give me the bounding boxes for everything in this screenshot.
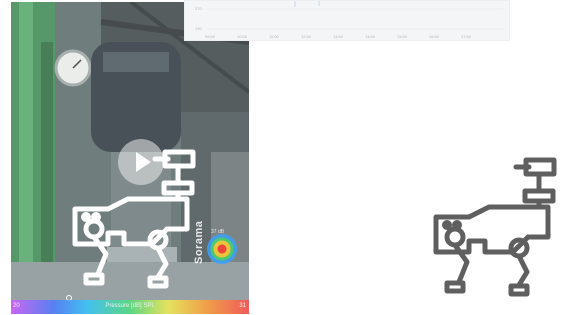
sound-hotspot-marker <box>207 234 237 264</box>
scale-max-label: 31 <box>239 303 246 309</box>
x-tick-label: 11:00 <box>269 34 279 39</box>
robot-dog-icon <box>72 149 196 289</box>
scale-title: Pressure [dB] SPL <box>105 303 155 309</box>
x-tick-label: 10:00 <box>237 34 248 39</box>
x-tick-label: 14:00 <box>365 34 376 39</box>
y-tick-label: 270 <box>195 6 202 11</box>
x-tick-label: 17:00 <box>461 34 472 39</box>
chart-card: 270 130 09:00 10:00 11:00 12:00 13:00 14… <box>184 0 510 41</box>
robot-dog-icon <box>433 157 557 297</box>
x-tick-label: 15:00 <box>397 34 408 39</box>
x-tick-label: 16:00 <box>429 34 440 39</box>
y-tick-label: 130 <box>195 26 202 31</box>
hotspot-level-label: 37 dB <box>211 229 225 235</box>
color-scale-bar: 20 Pressure [dB] SPL 31 <box>11 300 249 314</box>
x-tick-label: 09:00 <box>205 34 216 39</box>
x-tick-label: 12:00 <box>301 34 312 39</box>
x-tick-label: 13:00 <box>333 34 344 39</box>
